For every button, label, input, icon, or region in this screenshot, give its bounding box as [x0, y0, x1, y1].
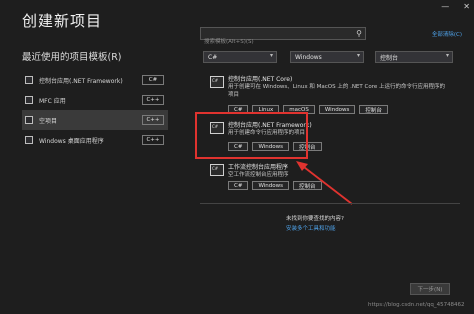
next-button[interactable]: 下一步(N) — [410, 283, 450, 295]
divider — [200, 203, 460, 204]
arrow-annotation — [296, 161, 353, 205]
install-tools-link[interactable]: 安装多个工具和功能 — [286, 224, 336, 232]
watermark: https://blog.csdn.net/qq_45748462 — [368, 302, 465, 308]
not-found-question: 未找到你要查找的内容? — [286, 216, 344, 222]
